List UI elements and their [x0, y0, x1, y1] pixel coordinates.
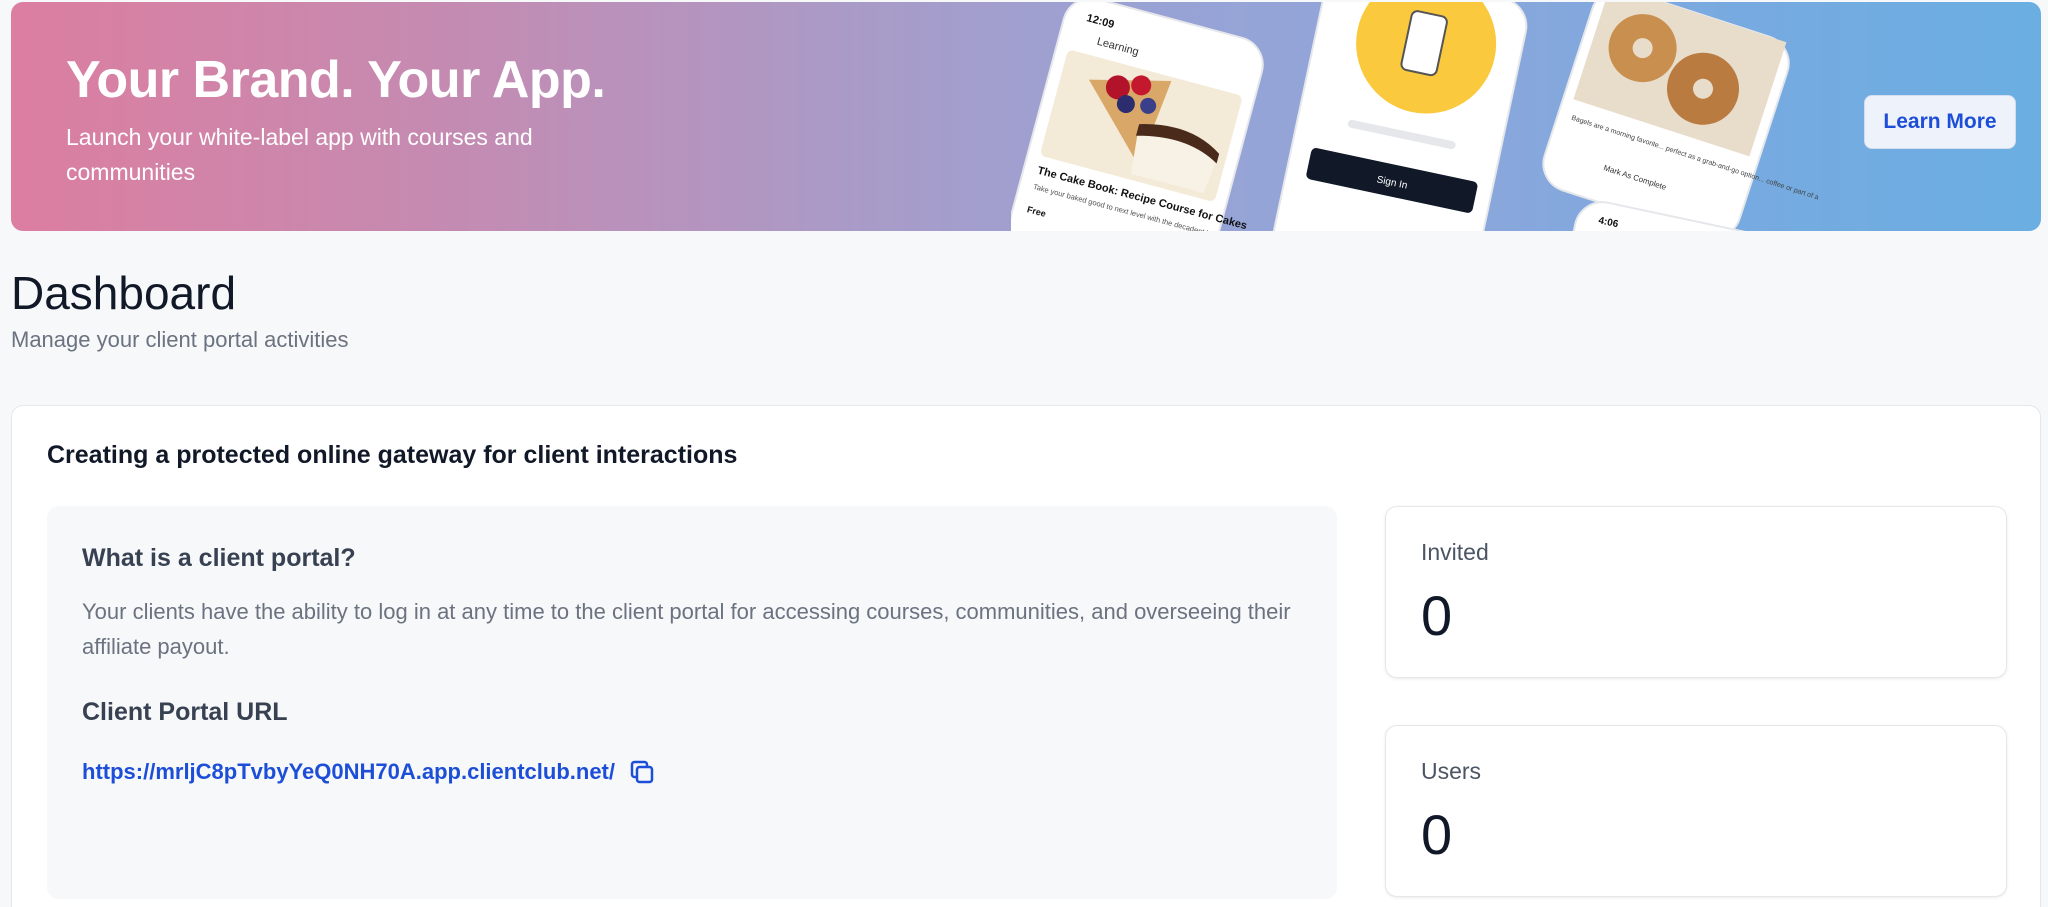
phone-mockup-signin: Sign In: [1272, 2, 1528, 231]
card-title: Creating a protected online gateway for …: [47, 441, 738, 469]
users-label: Users: [1421, 758, 1482, 784]
phone-mockup-lesson: Bagels are a morning favorite... perfect…: [1542, 2, 1819, 231]
client-portal-url-link[interactable]: https://mrljC8pTvbyYeQ0NH70A.app.clientc…: [82, 759, 615, 785]
invited-label: Invited: [1421, 539, 1489, 565]
users-stat-card: Users 0: [1385, 725, 2007, 897]
page-subtitle: Manage your client portal activities: [11, 327, 349, 352]
promo-banner: Your Brand. Your App. Launch your white-…: [11, 2, 2041, 231]
info-heading: What is a client portal?: [82, 544, 356, 572]
portal-url-row: https://mrljC8pTvbyYeQ0NH70A.app.clientc…: [82, 757, 657, 787]
url-heading: Client Portal URL: [82, 698, 288, 726]
copy-icon[interactable]: [627, 757, 657, 787]
banner-title: Your Brand. Your App.: [66, 51, 606, 109]
page-title: Dashboard: [11, 267, 237, 319]
learn-more-button[interactable]: Learn More: [1864, 95, 2016, 149]
client-portal-card: Creating a protected online gateway for …: [11, 405, 2041, 907]
phone-mockups-illustration: 12:09 Learning The Cake Book: Recipe Cou…: [1011, 2, 1819, 231]
invited-count: 0: [1421, 584, 1453, 647]
info-description: Your clients have the ability to log in …: [82, 599, 1291, 659]
invited-stat-card: Invited 0: [1385, 506, 2007, 678]
banner-subtitle: Launch your white-label app with courses…: [66, 124, 533, 185]
client-portal-info-panel: What is a client portal? Your clients ha…: [47, 506, 1337, 899]
users-count: 0: [1421, 803, 1453, 866]
